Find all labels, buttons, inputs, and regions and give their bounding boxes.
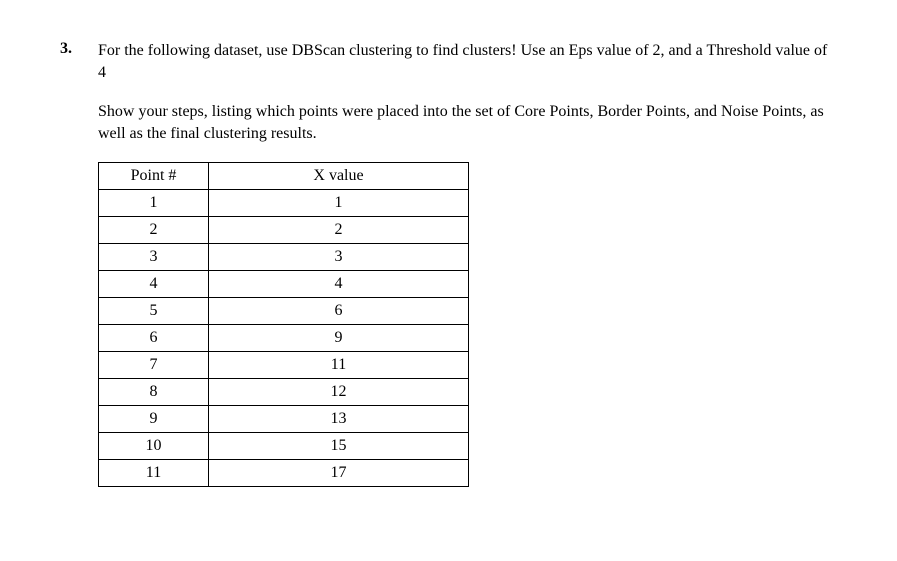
data-table: Point # X value 1 1 2 2 3 3 4 [98, 162, 469, 487]
question-number: 3. [60, 40, 80, 58]
cell-xvalue: 17 [209, 460, 469, 487]
cell-xvalue: 13 [209, 406, 469, 433]
table-row: 3 3 [99, 244, 469, 271]
cell-xvalue: 6 [209, 298, 469, 325]
cell-point: 10 [99, 433, 209, 460]
table-row: 2 2 [99, 217, 469, 244]
table-row: 9 13 [99, 406, 469, 433]
question-paragraph-1: For the following dataset, use DBScan cl… [98, 40, 837, 83]
header-point: Point # [99, 163, 209, 190]
cell-xvalue: 1 [209, 190, 469, 217]
table-row: 6 9 [99, 325, 469, 352]
cell-xvalue: 11 [209, 352, 469, 379]
question-body: For the following dataset, use DBScan cl… [98, 40, 837, 487]
cell-xvalue: 4 [209, 271, 469, 298]
cell-xvalue: 15 [209, 433, 469, 460]
table-row: 8 12 [99, 379, 469, 406]
table-row: 7 11 [99, 352, 469, 379]
table-row: 10 15 [99, 433, 469, 460]
table-row: 5 6 [99, 298, 469, 325]
cell-xvalue: 2 [209, 217, 469, 244]
cell-xvalue: 3 [209, 244, 469, 271]
question-paragraph-2: Show your steps, listing which points we… [98, 101, 837, 144]
cell-xvalue: 12 [209, 379, 469, 406]
table-row: 11 17 [99, 460, 469, 487]
table-row: 1 1 [99, 190, 469, 217]
question-wrapper: 3. For the following dataset, use DBScan… [60, 40, 837, 487]
cell-point: 7 [99, 352, 209, 379]
cell-point: 9 [99, 406, 209, 433]
cell-xvalue: 9 [209, 325, 469, 352]
header-xvalue: X value [209, 163, 469, 190]
cell-point: 1 [99, 190, 209, 217]
cell-point: 5 [99, 298, 209, 325]
cell-point: 11 [99, 460, 209, 487]
table-header-row: Point # X value [99, 163, 469, 190]
cell-point: 6 [99, 325, 209, 352]
cell-point: 3 [99, 244, 209, 271]
cell-point: 4 [99, 271, 209, 298]
cell-point: 8 [99, 379, 209, 406]
cell-point: 2 [99, 217, 209, 244]
table-row: 4 4 [99, 271, 469, 298]
